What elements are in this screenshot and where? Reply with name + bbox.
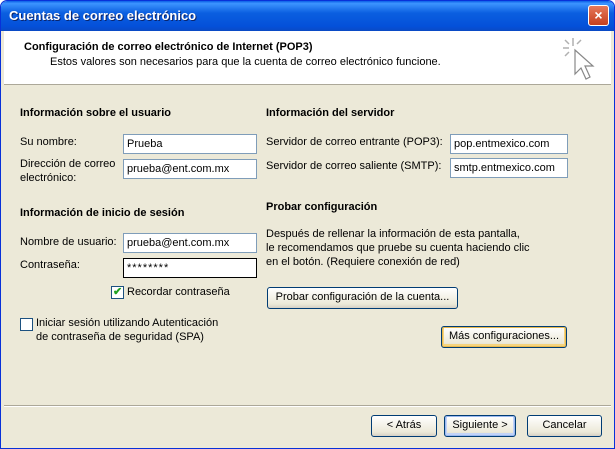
- test-description-line1: Después de rellenar la información de es…: [266, 228, 520, 240]
- spa-label-line2[interactable]: de contraseña de seguridad (SPA): [36, 331, 204, 343]
- email-label-line2: electrónico:: [20, 172, 77, 184]
- test-settings-heading: Probar configuración: [266, 201, 378, 213]
- test-description-line2: le recomendamos que pruebe su cuenta hac…: [266, 242, 530, 254]
- incoming-server-field[interactable]: pop.entmexico.com: [450, 134, 568, 154]
- test-description-line3: en el botón. (Requiere conexión de red): [266, 256, 460, 268]
- header-title: Configuración de correo electrónico de I…: [24, 41, 313, 53]
- password-field[interactable]: ********: [123, 258, 257, 278]
- test-account-settings-button[interactable]: Probar configuración de la cuenta...: [267, 287, 458, 309]
- wizard-header: Configuración de correo electrónico de I…: [4, 31, 611, 85]
- email-label-line1: Dirección de correo: [20, 158, 116, 170]
- email-field[interactable]: prueba@ent.com.mx: [123, 159, 257, 179]
- incoming-server-label: Servidor de correo entrante (POP3):: [266, 136, 443, 148]
- user-info-heading: Información sobre el usuario: [20, 107, 171, 119]
- username-label: Nombre de usuario:: [20, 236, 117, 248]
- password-label: Contraseña:: [20, 259, 80, 271]
- header-subtitle: Estos valores son necesarios para que la…: [50, 56, 441, 68]
- spa-label-line1[interactable]: Iniciar sesión utilizando Autenticación: [36, 317, 218, 329]
- login-info-heading: Información de inicio de sesión: [20, 207, 185, 219]
- outgoing-server-field[interactable]: smtp.entmexico.com: [450, 158, 568, 178]
- remember-password-label[interactable]: Recordar contraseña: [127, 286, 230, 298]
- server-info-heading: Información del servidor: [266, 107, 395, 119]
- cursor-sparkle-icon: [563, 38, 595, 80]
- window-title: Cuentas de correo electrónico: [9, 8, 197, 23]
- more-settings-button[interactable]: Más configuraciones...: [441, 326, 567, 348]
- footer-divider: [4, 405, 611, 407]
- checkmark-icon: ✔: [113, 286, 123, 298]
- title-bar[interactable]: Cuentas de correo electrónico ×: [1, 1, 614, 31]
- cancel-button[interactable]: Cancelar: [527, 415, 602, 437]
- next-button[interactable]: Siguiente >: [444, 415, 516, 437]
- close-button[interactable]: ×: [588, 5, 609, 26]
- outgoing-server-label: Servidor de correo saliente (SMTP):: [266, 160, 442, 172]
- back-button[interactable]: < Atrás: [371, 415, 437, 437]
- account-settings-dialog: Cuentas de correo electrónico × Configur…: [0, 0, 615, 449]
- name-field[interactable]: Prueba: [123, 134, 257, 154]
- username-field[interactable]: prueba@ent.com.mx: [123, 233, 257, 253]
- spa-checkbox[interactable]: [20, 318, 33, 331]
- remember-password-checkbox[interactable]: ✔: [111, 286, 124, 299]
- name-label: Su nombre:: [20, 136, 77, 148]
